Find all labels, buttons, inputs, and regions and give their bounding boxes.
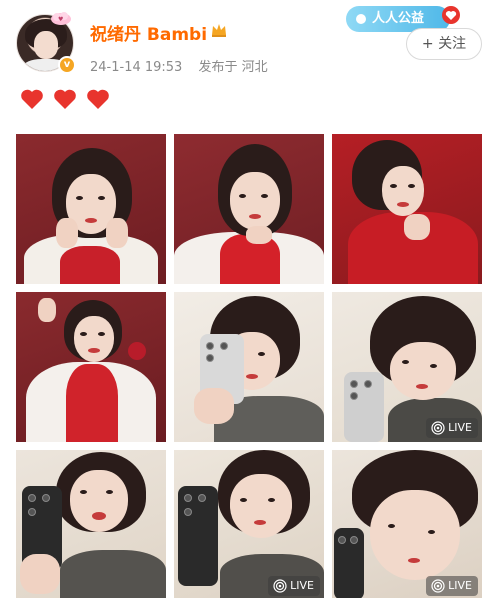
live-badge: LIVE — [268, 576, 320, 596]
photo-4[interactable] — [16, 292, 166, 442]
charity-label: 人人公益 — [372, 11, 425, 26]
charity-heart-icon — [442, 6, 460, 24]
reaction-hearts — [20, 88, 114, 112]
cloud-sticker-icon: ♥ — [51, 12, 71, 25]
photo-6[interactable]: LIVE — [332, 292, 482, 442]
live-label: LIVE — [290, 579, 314, 592]
photo-8[interactable]: LIVE — [174, 450, 324, 598]
verified-badge-icon: v — [58, 56, 76, 74]
heart-icon — [21, 89, 43, 109]
username[interactable]: 祝绪丹 Bambi — [90, 20, 207, 45]
avatar[interactable]: ♥ v — [16, 12, 76, 74]
heart-icon — [87, 89, 109, 109]
follow-button[interactable]: + 关注 — [406, 28, 482, 60]
heart-icon — [54, 89, 76, 109]
photo-9[interactable]: LIVE — [332, 450, 482, 598]
photo-5[interactable] — [174, 292, 324, 442]
live-label: LIVE — [448, 579, 472, 592]
crown-icon — [212, 24, 226, 37]
live-icon — [431, 421, 445, 435]
post-location: 发布于 河北 — [198, 60, 268, 75]
photo-2[interactable] — [174, 134, 324, 284]
post-timestamp: 24-1-14 19:53 — [90, 60, 183, 75]
post-header: ♥ v 祝绪丹 Bambi 24-1-14 19:53 发布于 河北 人人公益 … — [0, 0, 500, 90]
photo-7[interactable] — [16, 450, 166, 598]
charity-dot-icon — [356, 14, 366, 24]
live-label: LIVE — [448, 421, 472, 434]
live-badge: LIVE — [426, 418, 478, 438]
photo-3[interactable] — [332, 134, 482, 284]
live-icon — [431, 579, 445, 593]
photo-1[interactable] — [16, 134, 166, 284]
live-badge: LIVE — [426, 576, 478, 596]
live-icon — [273, 579, 287, 593]
post-meta: 24-1-14 19:53 发布于 河北 — [90, 56, 268, 75]
svg-text:♥: ♥ — [58, 16, 63, 23]
